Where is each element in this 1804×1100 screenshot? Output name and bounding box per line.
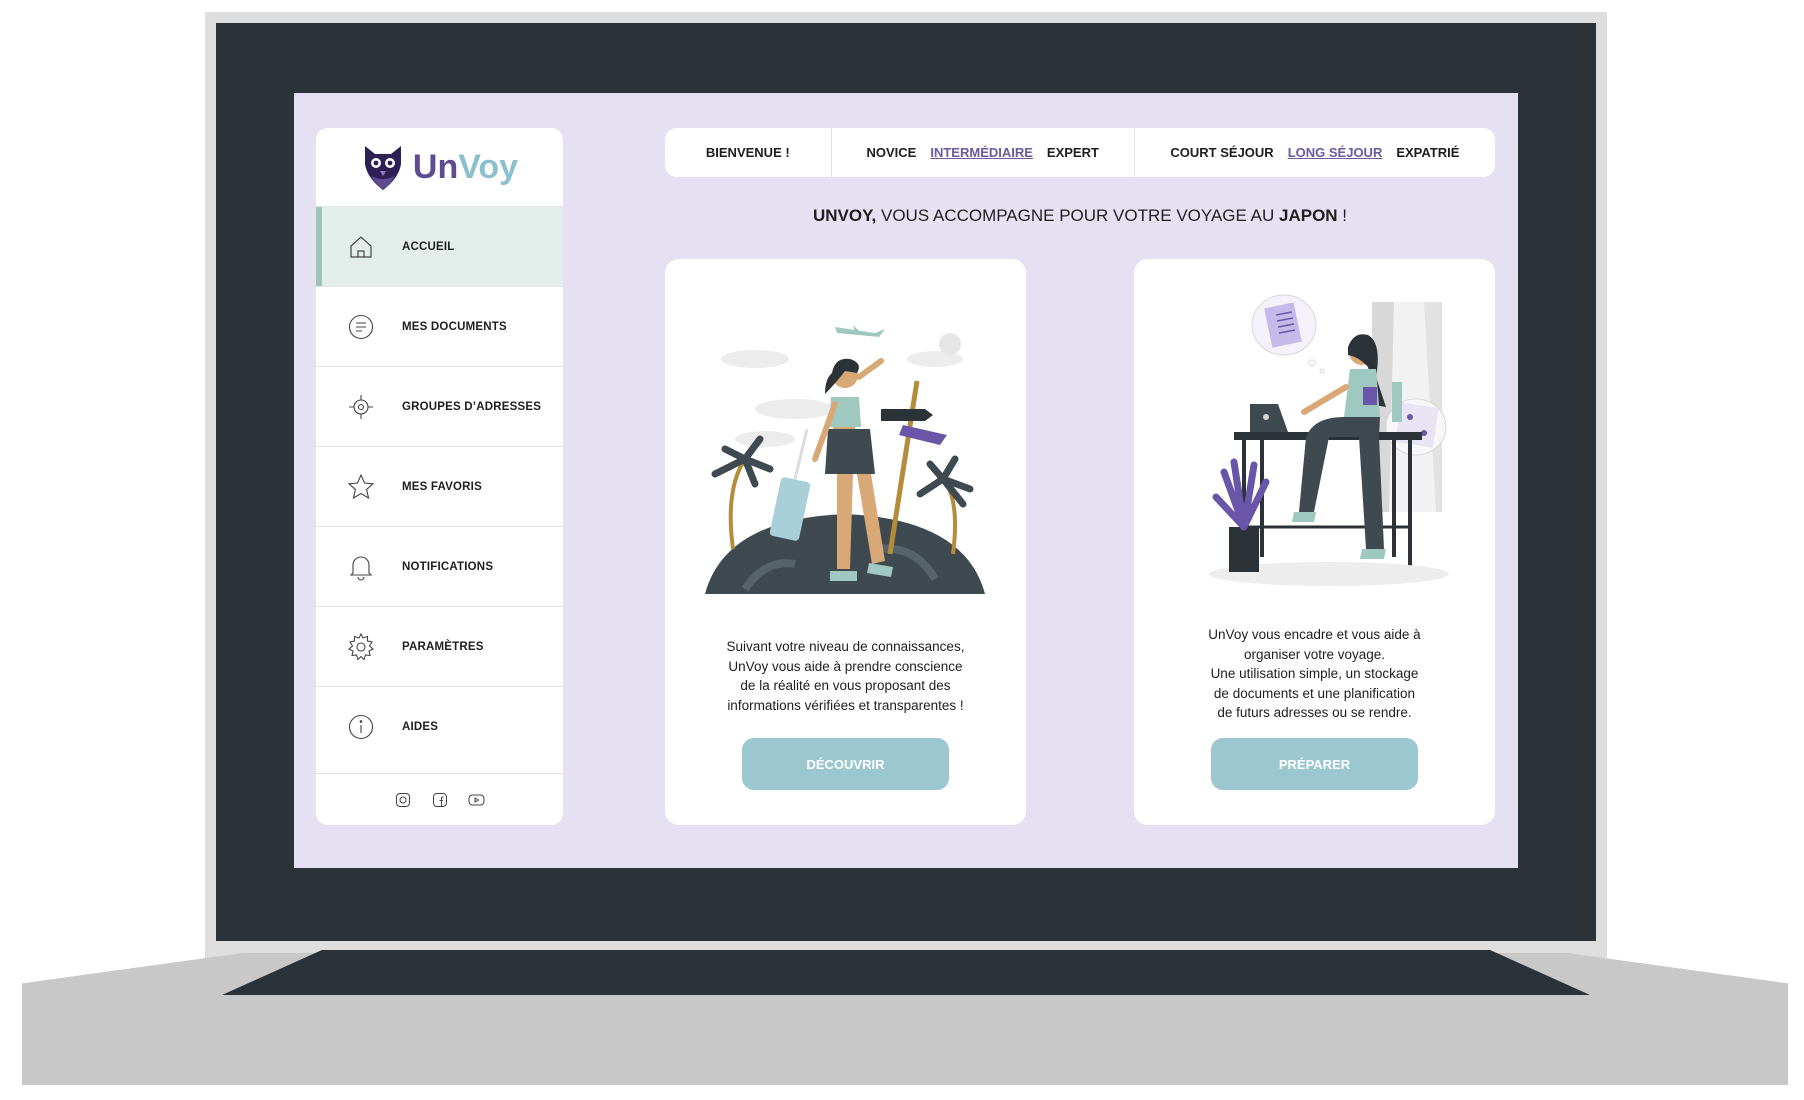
social-links bbox=[316, 773, 563, 825]
level-novice[interactable]: NOVICE bbox=[867, 145, 917, 160]
duration-selector: COURT SÉJOUR LONG SÉJOUR EXPATRIÉ bbox=[1133, 128, 1495, 177]
instagram-icon[interactable] bbox=[394, 791, 411, 808]
planning-illustration bbox=[1209, 294, 1449, 586]
traveler-illustration bbox=[705, 325, 985, 594]
duration-long-sejour[interactable]: LONG SÉJOUR bbox=[1288, 145, 1383, 160]
sidebar-item-accueil[interactable]: ACCUEIL bbox=[316, 206, 563, 286]
welcome-link[interactable]: BIENVENUE ! bbox=[706, 145, 790, 160]
welcome-segment: BIENVENUE ! bbox=[665, 128, 831, 177]
prepare-button[interactable]: PRÉPARER bbox=[1211, 738, 1418, 790]
card-description: Suivant votre niveau de connaissances, U… bbox=[726, 639, 965, 713]
star-icon bbox=[346, 472, 376, 502]
level-intermediaire[interactable]: INTERMÉDIAIRE bbox=[930, 145, 1033, 160]
sidebar-item-label: GROUPES D’ADRESSES bbox=[402, 400, 542, 413]
brand-logo[interactable]: UnVoy bbox=[316, 128, 563, 206]
duration-court-sejour[interactable]: COURT SÉJOUR bbox=[1170, 145, 1273, 160]
discover-card: Suivant votre niveau de connaissances, U… bbox=[665, 259, 1026, 825]
sidebar-item-label: AIDES bbox=[402, 720, 439, 733]
youtube-icon[interactable] bbox=[468, 791, 485, 808]
sidebar-item-label: NOTIFICATIONS bbox=[402, 560, 494, 573]
sidebar: UnVoy ACCUEIL MES DOCUMENTS GROUPES D’AD… bbox=[316, 128, 563, 825]
sidebar-item-label: MES FAVORIS bbox=[402, 480, 482, 493]
laptop-keyboard bbox=[222, 950, 1590, 995]
card-description: UnVoy vous encadre et vous aide à organi… bbox=[1208, 627, 1421, 720]
sidebar-item-label: PARAMÈTRES bbox=[402, 640, 484, 653]
sidebar-item-label: ACCUEIL bbox=[402, 240, 455, 253]
sidebar-item-groupes-adresses[interactable]: GROUPES D’ADRESSES bbox=[316, 366, 563, 446]
page-title: UNVOY, VOUS ACCOMPAGNE POUR VOTRE VOYAGE… bbox=[812, 206, 1348, 225]
level-expert[interactable]: EXPERT bbox=[1047, 145, 1099, 160]
gear-icon bbox=[346, 632, 376, 662]
brand-name: UnVoy bbox=[412, 147, 519, 186]
sidebar-item-mes-documents[interactable]: MES DOCUMENTS bbox=[316, 286, 563, 366]
location-target-icon bbox=[346, 392, 376, 422]
sidebar-item-aides[interactable]: AIDES bbox=[316, 686, 563, 766]
home-icon bbox=[346, 232, 376, 262]
sidebar-item-parametres[interactable]: PARAMÈTRES bbox=[316, 606, 563, 686]
bell-icon bbox=[346, 552, 376, 582]
owl-logo-icon bbox=[364, 146, 401, 190]
duration-expatrie[interactable]: EXPATRIÉ bbox=[1396, 145, 1459, 160]
sidebar-item-mes-favoris[interactable]: MES FAVORIS bbox=[316, 446, 563, 526]
document-icon bbox=[346, 312, 376, 342]
info-icon bbox=[346, 712, 376, 742]
level-selector: NOVICE INTERMÉDIAIRE EXPERT bbox=[830, 128, 1134, 177]
discover-button[interactable]: DÉCOUVRIR bbox=[742, 738, 949, 790]
sidebar-item-label: MES DOCUMENTS bbox=[402, 320, 507, 333]
sidebar-item-notifications[interactable]: NOTIFICATIONS bbox=[316, 526, 563, 606]
top-menu: BIENVENUE ! NOVICE INTERMÉDIAIRE EXPERT … bbox=[665, 128, 1495, 177]
facebook-icon[interactable] bbox=[431, 791, 448, 808]
prepare-card: UnVoy vous encadre et vous aide à organi… bbox=[1134, 259, 1495, 825]
